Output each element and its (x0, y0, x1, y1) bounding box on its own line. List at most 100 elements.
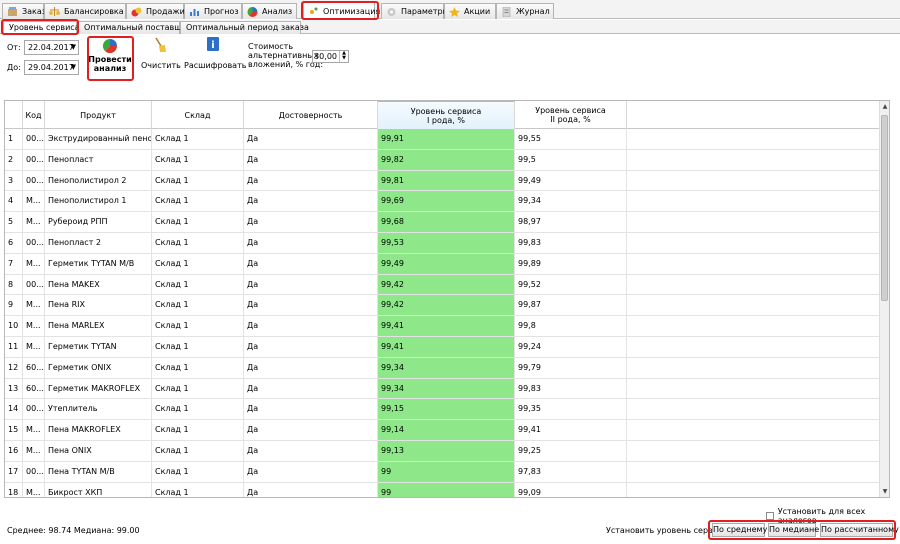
scroll-down-icon[interactable]: ▼ (880, 488, 889, 495)
cell-service-level-2[interactable]: 99,8 (515, 316, 627, 336)
cell-reliability[interactable]: Да (244, 378, 378, 399)
tab-journal[interactable]: Журнал (496, 3, 554, 19)
cell-service-level-2[interactable]: 99,83 (515, 233, 627, 253)
cell-product[interactable]: Пена ONIX (45, 441, 152, 461)
cell-service-level-2[interactable]: 99,35 (515, 399, 627, 420)
table-row[interactable]: 16 М... Пена ONIX Склад 1 Да 99,13 99,25 (5, 441, 880, 462)
cell-code[interactable]: 60... (23, 357, 45, 378)
run-analysis-button[interactable]: Провести анализ (87, 36, 133, 80)
cell-reliability[interactable]: Да (244, 461, 378, 482)
cell-service-level-1[interactable]: 99,34 (378, 378, 515, 399)
by-calculated-button[interactable]: По рассчитанному (820, 523, 899, 537)
cell-product[interactable]: Рубероид РПП (45, 212, 152, 232)
cell-service-level-1[interactable]: 99,15 (378, 399, 515, 420)
cell-reliability[interactable]: Да (244, 191, 378, 212)
cell-service-level-2[interactable]: 98,97 (515, 212, 627, 232)
install-all-checkbox[interactable] (766, 512, 774, 520)
cell-service-level-1[interactable]: 99,41 (378, 316, 515, 336)
cell-product[interactable]: Бикрост ХКП (45, 482, 152, 497)
cell-product[interactable]: Пена MARLEX (45, 316, 152, 336)
cell-code[interactable]: 00... (23, 399, 45, 420)
cell-rownum[interactable]: 12 (5, 357, 23, 378)
cell-reliability[interactable]: Да (244, 399, 378, 420)
header-warehouse[interactable]: Склад (152, 101, 244, 129)
cell-rownum[interactable]: 3 (5, 170, 23, 191)
cell-code[interactable]: М... (23, 253, 45, 274)
cell-warehouse[interactable]: Склад 1 (152, 399, 244, 420)
table-row[interactable]: 13 60... Герметик MAKROFLEX Склад 1 Да 99,34 9… (5, 378, 880, 400)
clear-button[interactable]: Очистить (141, 37, 181, 79)
cell-code[interactable]: 00... (23, 129, 45, 149)
cell-rownum[interactable]: 16 (5, 441, 23, 461)
header-product[interactable]: Продукт (45, 101, 152, 129)
cell-service-level-1[interactable]: 99,34 (378, 357, 515, 378)
cell-service-level-1[interactable]: 99 (378, 461, 515, 482)
cell-service-level-1[interactable]: 99,69 (378, 191, 515, 212)
cell-service-level-2[interactable]: 99,41 (515, 420, 627, 440)
cell-reliability[interactable]: Да (244, 357, 378, 378)
cell-product[interactable]: Пенополистирол 1 (45, 191, 152, 212)
cell-product[interactable]: Пена TYTAN M/B (45, 461, 152, 482)
chevron-down-icon[interactable]: ▼ (71, 41, 76, 54)
cost-input[interactable]: 30,00 ▲ ▼ (312, 50, 349, 63)
cell-rownum[interactable]: 4 (5, 191, 23, 212)
by-average-button[interactable]: По среднему (712, 523, 767, 537)
cell-code[interactable]: М... (23, 295, 45, 316)
cell-warehouse[interactable]: Склад 1 (152, 129, 244, 149)
cell-reliability[interactable]: Да (244, 295, 378, 316)
table-row[interactable]: 6 00... Пенопласт 2 Склад 1 Да 99,53 99,83 (5, 233, 880, 254)
cell-product[interactable]: Экструдированный пено... (45, 129, 152, 149)
table-row[interactable]: 2 00... Пенопласт Склад 1 Да 99,82 99,5 (5, 149, 880, 171)
cell-warehouse[interactable]: Склад 1 (152, 170, 244, 191)
cell-service-level-1[interactable]: 99,13 (378, 441, 515, 461)
table-row[interactable]: 3 00... Пенополистирол 2 Склад 1 Да 99,81 99,4… (5, 170, 880, 192)
cell-rownum[interactable]: 18 (5, 482, 23, 497)
subtab-optimal-supplier[interactable]: Оптимальный поставщик (78, 21, 192, 34)
cell-service-level-2[interactable]: 99,87 (515, 295, 627, 316)
tab-forecast[interactable]: Прогноз (184, 3, 242, 19)
cell-code[interactable]: 00... (23, 233, 45, 253)
cell-product[interactable]: Пена RIX (45, 295, 152, 316)
cell-service-level-2[interactable]: 99,24 (515, 337, 627, 357)
cell-service-level-2[interactable]: 99,5 (515, 149, 627, 170)
table-row[interactable]: 8 00... Пена MAKEX Склад 1 Да 99,42 99,52 (5, 274, 880, 296)
cell-service-level-1[interactable]: 99,14 (378, 420, 515, 440)
chevron-down-icon[interactable]: ▼ (71, 61, 76, 74)
from-date-picker[interactable]: 22.04.2017 ▼ (24, 40, 79, 55)
cell-product[interactable]: Герметик ONIX (45, 357, 152, 378)
cell-rownum[interactable]: 5 (5, 212, 23, 232)
cell-reliability[interactable]: Да (244, 337, 378, 357)
spinner-arrows-icon[interactable]: ▲ ▼ (339, 51, 348, 62)
by-median-button[interactable]: По медиане (768, 523, 819, 537)
cell-reliability[interactable]: Да (244, 482, 378, 497)
cell-code[interactable]: 00... (23, 170, 45, 191)
cell-warehouse[interactable]: Склад 1 (152, 316, 244, 336)
cell-service-level-2[interactable]: 99,52 (515, 274, 627, 295)
cell-rownum[interactable]: 17 (5, 461, 23, 482)
cell-product[interactable]: Пенопласт (45, 149, 152, 170)
cell-code[interactable]: 00... (23, 274, 45, 295)
tab-analysis[interactable]: Анализ (242, 3, 297, 19)
cell-reliability[interactable]: Да (244, 129, 378, 149)
table-row[interactable]: 15 М... Пена MAKROFLEX Склад 1 Да 99,14 99,41 (5, 420, 880, 441)
tab-order[interactable]: Заказ (2, 3, 46, 19)
cell-rownum[interactable]: 11 (5, 337, 23, 357)
table-row[interactable]: 11 М... Герметик TYTAN Склад 1 Да 99,41 99,24 (5, 337, 880, 358)
table-row[interactable]: 17 00... Пена TYTAN M/B Склад 1 Да 99 97,83 (5, 461, 880, 483)
cell-reliability[interactable]: Да (244, 170, 378, 191)
cell-rownum[interactable]: 2 (5, 149, 23, 170)
cell-service-level-1[interactable]: 99,53 (378, 233, 515, 253)
cell-code[interactable]: М... (23, 482, 45, 497)
cell-product[interactable]: Герметик TYTAN M/B (45, 253, 152, 274)
cell-reliability[interactable]: Да (244, 149, 378, 170)
cell-service-level-2[interactable]: 99,34 (515, 191, 627, 212)
cell-service-level-1[interactable]: 99,42 (378, 295, 515, 316)
cell-code[interactable]: М... (23, 441, 45, 461)
to-date-picker[interactable]: 29.04.2017 ▼ (24, 60, 79, 75)
cell-service-level-1[interactable]: 99,49 (378, 253, 515, 274)
cell-product[interactable]: Герметик TYTAN (45, 337, 152, 357)
cell-service-level-1[interactable]: 99 (378, 482, 515, 497)
cell-warehouse[interactable]: Склад 1 (152, 191, 244, 212)
cell-service-level-1[interactable]: 99,42 (378, 274, 515, 295)
cell-code[interactable]: М... (23, 420, 45, 440)
